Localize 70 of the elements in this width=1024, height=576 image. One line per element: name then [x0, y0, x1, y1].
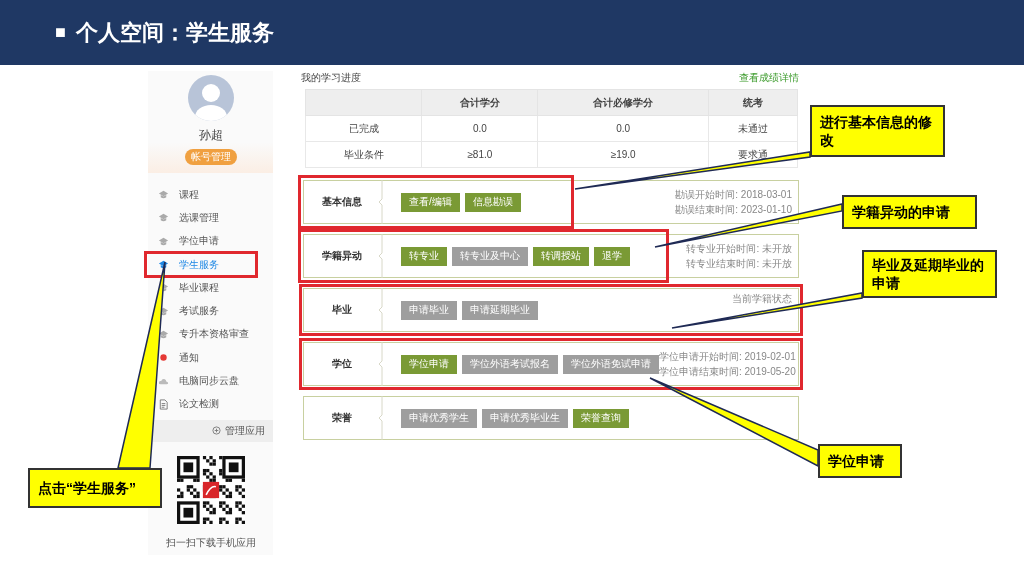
sidebar-item[interactable]: 考试服务	[146, 299, 256, 323]
sidebar-item[interactable]: 毕业课程	[146, 276, 256, 300]
sidebar-item[interactable]: 选课管理	[146, 206, 256, 230]
table-cell: 未通过	[708, 115, 798, 142]
info-text: 勘误开始时间: 2018-03-01	[675, 187, 792, 202]
slide-title: 个人空间：学生服务	[75, 18, 274, 47]
callout-box: 进行基本信息的修改	[810, 105, 945, 157]
qr-caption: 扫一扫下载手机应用	[165, 535, 256, 550]
details-link[interactable]: 查看成绩详情	[739, 71, 799, 85]
service-button[interactable]: 转专业	[401, 246, 447, 266]
info-text: 当前学籍状态	[732, 292, 792, 306]
bracket-divider	[379, 396, 385, 440]
service-button[interactable]: 申请毕业	[401, 300, 457, 320]
service-button[interactable]: 荣誉查询	[573, 408, 629, 428]
service-button[interactable]: 查看/编辑	[401, 192, 460, 212]
dot-icon	[158, 352, 169, 364]
info-text: 勘误结束时间: 2023-01-10	[675, 202, 792, 217]
avatar-icon	[187, 75, 234, 121]
account-button[interactable]: 帐号管理	[184, 149, 237, 165]
sidebar-item[interactable]: 学生服务	[146, 252, 256, 277]
service-button[interactable]: 申请优秀学生	[401, 408, 477, 428]
service-button[interactable]: 学位外语考试报名	[462, 354, 558, 374]
service-button[interactable]: 转专业及中心	[452, 246, 528, 266]
row-label: 毕业条件	[305, 141, 422, 168]
service-button[interactable]: 学位外语免试申请	[563, 354, 659, 374]
service-button[interactable]: 申请优秀毕业生	[482, 408, 568, 428]
column-header: 合计学分	[421, 89, 538, 116]
plus-icon	[212, 426, 221, 436]
column-header: 合计必修学分	[537, 89, 709, 116]
service-button[interactable]: 退学	[594, 246, 630, 266]
section-label: 毕业	[330, 303, 353, 317]
bullet-mark: ■	[55, 22, 66, 43]
cap-icon	[158, 259, 169, 271]
service-button[interactable]: 申请延期毕业	[462, 300, 538, 320]
section-label: 荣誉	[330, 411, 353, 425]
qr-code-icon	[176, 455, 245, 524]
service-button[interactable]: 学位申请	[401, 354, 457, 374]
info-text: 学位申请开始时间: 2019-02-01	[659, 349, 796, 364]
bracket-divider	[379, 288, 385, 332]
callout-box: 学籍异动的申请	[842, 195, 977, 229]
cap-icon	[158, 189, 169, 201]
callout-box: 点击“学生服务”	[28, 468, 162, 508]
section-label: 学籍异动	[320, 249, 363, 263]
info-text: 转专业结束时间: 未开放	[686, 256, 792, 271]
cap-icon	[158, 212, 169, 224]
sidebar-item[interactable]: 课程	[146, 183, 256, 207]
service-button[interactable]: 转调授站	[533, 246, 589, 266]
info-text: 学位申请结束时间: 2019-05-20	[659, 364, 796, 379]
cap-icon	[158, 235, 169, 247]
progress-title: 我的学习进度	[301, 71, 361, 85]
user-name: 孙超	[198, 127, 223, 144]
table-cell: 0.0	[537, 115, 709, 142]
section-label: 学位	[330, 357, 353, 371]
bracket-divider	[379, 234, 385, 278]
callout-box: 毕业及延期毕业的申请	[862, 250, 997, 298]
callout-box: 学位申请	[818, 444, 902, 478]
sidebar-item[interactable]: 学位申请	[146, 229, 256, 253]
document-icon	[158, 398, 169, 410]
table-cell: 0.0	[421, 115, 538, 142]
row-label: 已完成	[305, 115, 422, 142]
sidebar-item[interactable]: 专升本资格审查	[146, 322, 256, 347]
info-text: 转专业开始时间: 未开放	[686, 241, 792, 256]
table-cell: ≥81.0	[421, 141, 538, 168]
section-label: 基本信息	[320, 195, 363, 209]
service-button[interactable]: 信息勘误	[464, 192, 521, 212]
table-cell: ≥19.0	[537, 141, 709, 168]
cap-icon	[158, 328, 169, 340]
bracket-divider	[379, 342, 385, 386]
column-header: 统考	[708, 89, 798, 116]
bracket-divider	[379, 180, 385, 224]
